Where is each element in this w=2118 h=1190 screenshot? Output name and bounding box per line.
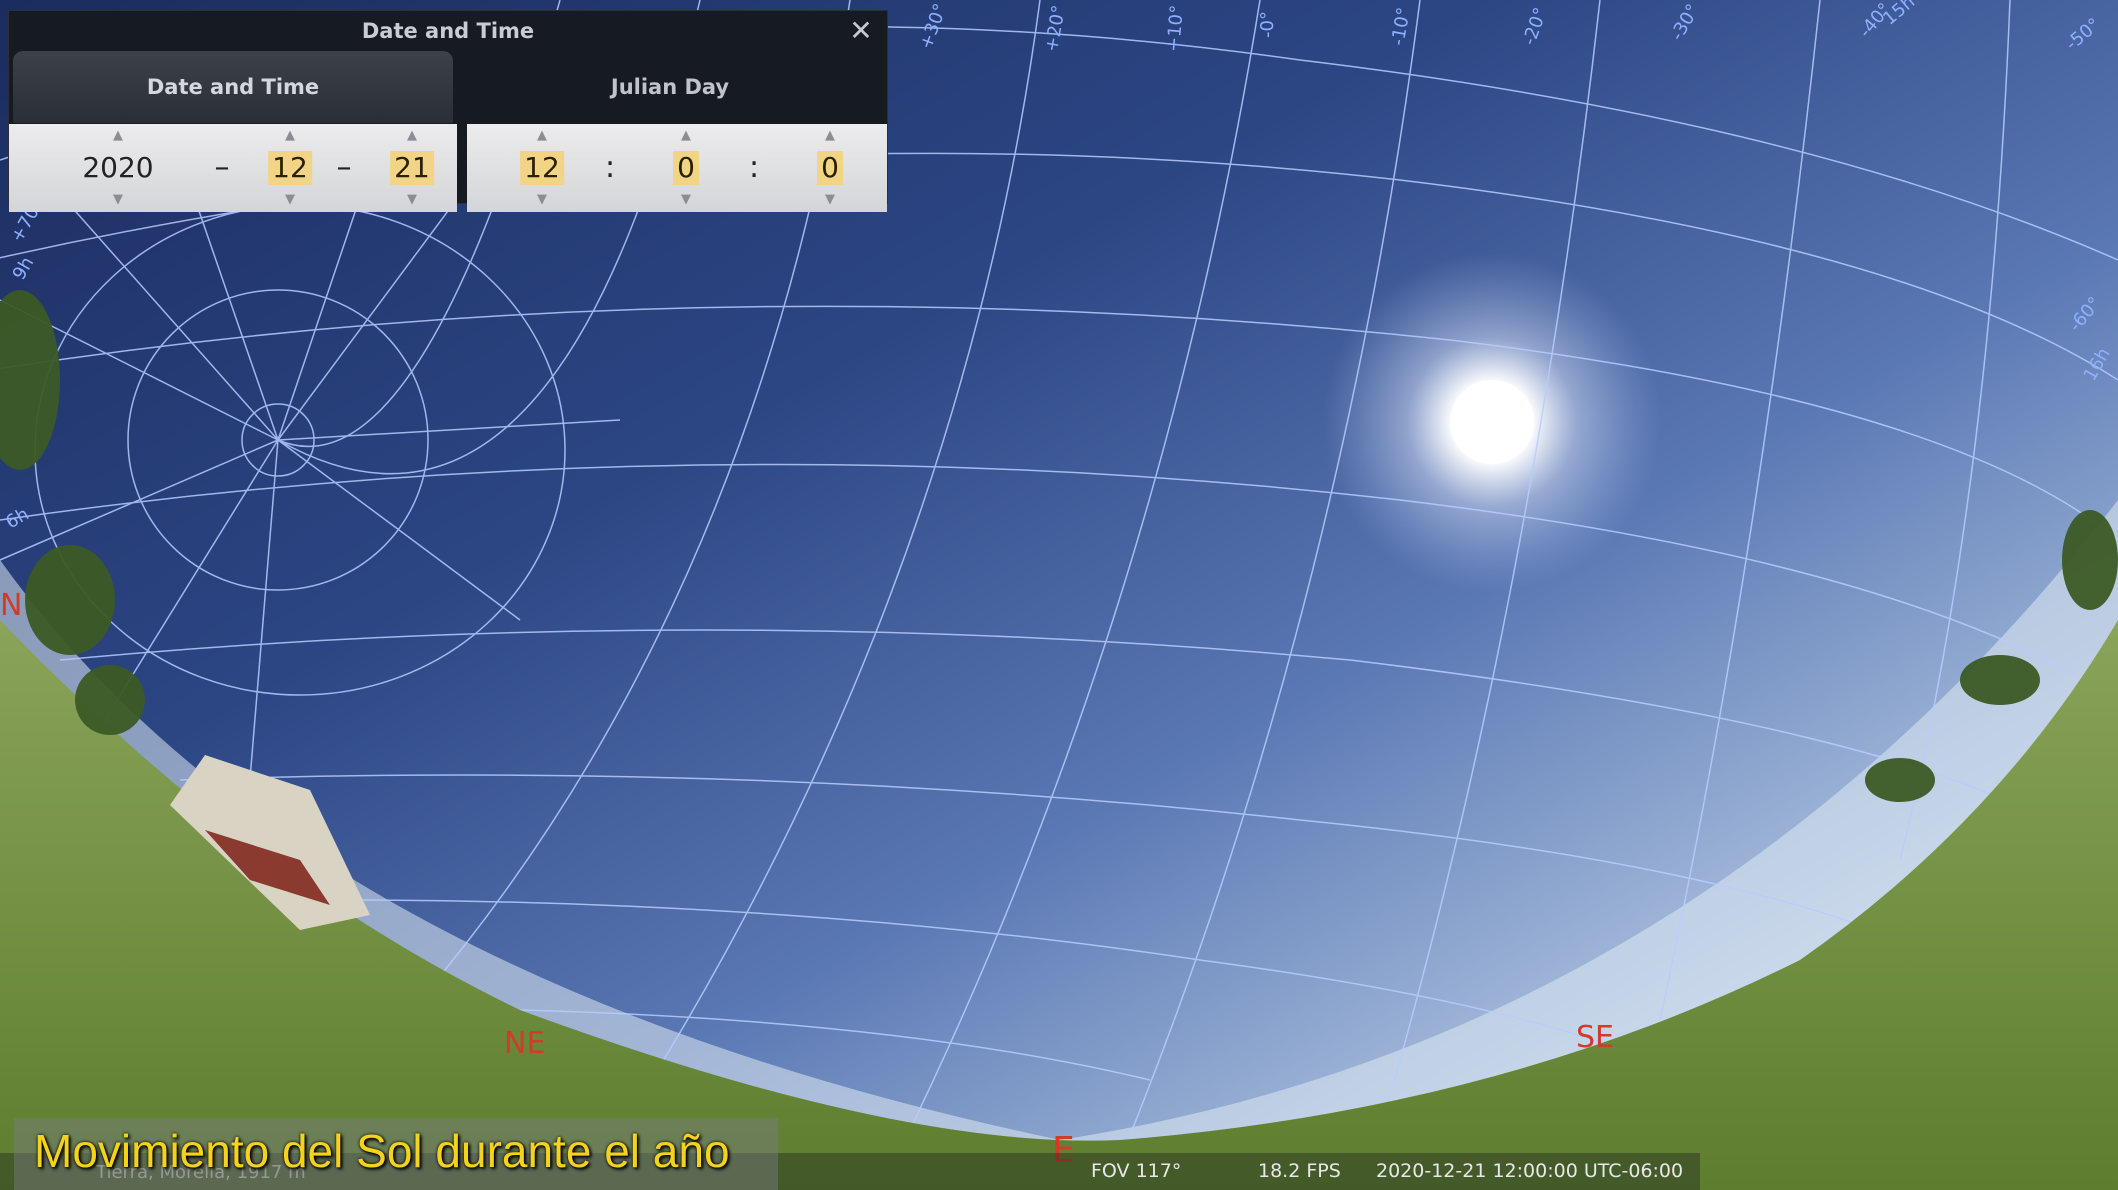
tab-date-and-time[interactable]: Date and Time	[13, 51, 453, 123]
dec-label: -0°	[1256, 11, 1278, 38]
cardinal-n: N	[0, 588, 23, 623]
second-value[interactable]: 0	[817, 151, 843, 185]
date-separator: –	[336, 150, 352, 185]
chevron-down-icon[interactable]: ▼	[507, 193, 577, 207]
date-separator: –	[214, 150, 230, 185]
chevron-down-icon[interactable]: ▼	[651, 193, 721, 207]
time-separator: :	[604, 150, 616, 185]
date-time-dialog[interactable]: Date and Time ✕ Date and Time Julian Day…	[8, 10, 888, 212]
second-spinbox[interactable]: ▲ 0 ▼	[795, 124, 865, 212]
dec-label: +10°	[1162, 4, 1189, 53]
chevron-down-icon[interactable]: ▼	[255, 193, 325, 207]
caption-text: Movimiento del Sol durante el año	[34, 1125, 730, 1177]
chevron-down-icon[interactable]: ▼	[59, 193, 177, 207]
fps-label: 18.2 FPS	[1258, 1160, 1341, 1182]
day-value[interactable]: 21	[390, 151, 434, 185]
chevron-down-icon[interactable]: ▼	[377, 193, 447, 207]
day-spinbox[interactable]: ▲ 21 ▼	[377, 124, 447, 212]
chevron-up-icon[interactable]: ▲	[255, 129, 325, 143]
time-separator: :	[748, 150, 760, 185]
chevron-up-icon[interactable]: ▲	[507, 129, 577, 143]
month-spinbox[interactable]: ▲ 12 ▼	[255, 124, 325, 212]
fov-label: FOV 117°	[1091, 1160, 1182, 1182]
chevron-up-icon[interactable]: ▲	[377, 129, 447, 143]
chevron-up-icon[interactable]: ▲	[59, 129, 177, 143]
year-spinbox[interactable]: ▲ 2020 ▼	[59, 124, 177, 212]
dialog-title: Date and Time	[361, 19, 535, 43]
time-panel: ▲ 12 ▼ : ▲ 0 ▼ : ▲ 0 ▼	[467, 124, 887, 212]
date-panel: ▲ 2020 ▼ – ▲ 12 ▼ – ▲ 21 ▼	[9, 124, 457, 212]
cardinal-se: SE	[1576, 1020, 1614, 1055]
chevron-up-icon[interactable]: ▲	[651, 129, 721, 143]
minute-value[interactable]: 0	[673, 151, 699, 185]
cardinal-ne: NE	[504, 1026, 546, 1061]
chevron-down-icon[interactable]: ▼	[795, 193, 865, 207]
chevron-up-icon[interactable]: ▲	[795, 129, 865, 143]
hour-spinbox[interactable]: ▲ 12 ▼	[507, 124, 577, 212]
close-icon[interactable]: ✕	[847, 17, 875, 45]
month-value[interactable]: 12	[268, 151, 312, 185]
year-value[interactable]: 2020	[78, 151, 157, 185]
datetime-label: 2020-12-21 12:00:00 UTC-06:00	[1376, 1160, 1684, 1182]
hour-value[interactable]: 12	[520, 151, 564, 185]
tab-julian-day[interactable]: Julian Day	[455, 51, 885, 123]
minute-spinbox[interactable]: ▲ 0 ▼	[651, 124, 721, 212]
